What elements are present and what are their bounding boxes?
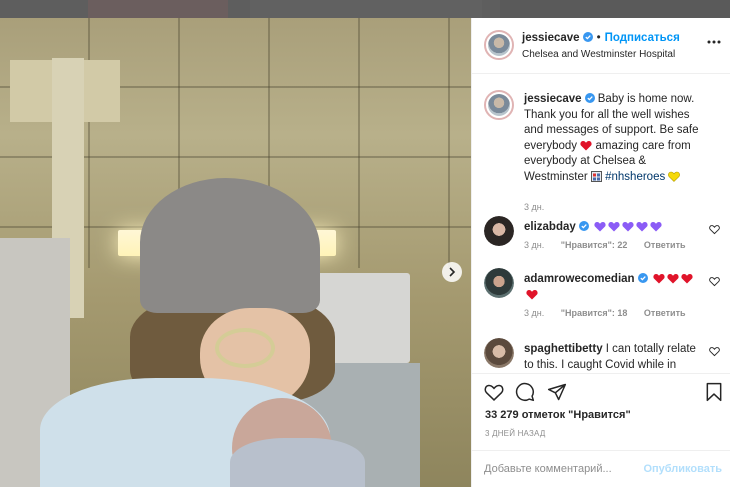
verified-icon: [584, 93, 595, 103]
comment-input[interactable]: [484, 460, 644, 478]
post-time[interactable]: 3 ДНЕЙ НАЗАД: [485, 429, 545, 438]
background-page-strip: [0, 0, 730, 18]
purple-heart-icon: [650, 221, 662, 232]
commenter-avatar[interactable]: [484, 216, 514, 246]
red-heart-icon: [580, 140, 592, 150]
background-thumbnail: [250, 0, 482, 18]
follow-button[interactable]: Подписаться: [605, 32, 680, 44]
red-heart-icon: [681, 273, 693, 284]
like-comment-heart-icon[interactable]: [709, 224, 720, 235]
red-heart-icon: [667, 273, 679, 284]
caption-text: jessiecave Baby is home now. Thank you f…: [524, 92, 704, 185]
verified-icon: [582, 32, 593, 42]
post-panel: jessiecave • Подписаться Chelsea and Westm…: [471, 18, 730, 487]
commenter-username[interactable]: spaghettibetty: [524, 343, 603, 355]
separator-dot: •: [596, 32, 601, 44]
post-header: jessiecave • Подписаться Chelsea and Westm…: [472, 18, 730, 74]
reply-button[interactable]: Ответить: [644, 308, 686, 318]
verified-icon: [578, 221, 589, 231]
like-comment-heart-icon[interactable]: [709, 346, 720, 357]
author-avatar[interactable]: [484, 30, 514, 60]
comment-time[interactable]: 3 дн.: [524, 308, 544, 318]
background-thumbnail: [500, 0, 730, 18]
reply-button[interactable]: Ответить: [644, 240, 686, 250]
comment-meta: 3 дн. "Нравится": 22 Ответить: [524, 240, 700, 250]
comment-text: elizabday: [524, 220, 704, 236]
like-comment-heart-icon[interactable]: [709, 276, 720, 287]
header-user-row: jessiecave • Подписаться: [522, 32, 680, 44]
purple-heart-icon: [636, 221, 648, 232]
add-comment-bar: Опубликовать: [472, 450, 730, 487]
comment-text: adamrowecomedian: [524, 272, 704, 303]
hashtag-link[interactable]: #nhsheroes: [605, 171, 665, 183]
like-heart-icon[interactable]: [484, 382, 504, 402]
save-bookmark-icon[interactable]: [704, 382, 724, 402]
comment-likes[interactable]: "Нравится": 22: [561, 240, 628, 250]
next-photo-button[interactable]: [442, 262, 462, 282]
red-heart-icon: [526, 289, 538, 299]
red-heart-icon: [653, 273, 665, 284]
beanie-hat: [140, 178, 320, 313]
commenter-username[interactable]: adamrowecomedian: [524, 273, 635, 285]
comment-bubble-icon[interactable]: [515, 382, 535, 402]
verified-icon: [637, 273, 648, 283]
author-avatar[interactable]: [484, 90, 514, 120]
baby-blanket: [230, 438, 365, 487]
post-photo: [0, 18, 471, 487]
comment-text: spaghettibetty I can totally relate to t…: [524, 342, 704, 373]
purple-heart-icon: [622, 221, 634, 232]
comments-list[interactable]: jessiecave Baby is home now. Thank you f…: [472, 74, 730, 373]
caption-username[interactable]: jessiecave: [524, 93, 582, 105]
likes-count[interactable]: 33 279 отметок "Нравится": [485, 409, 631, 421]
chevron-right-icon: [449, 267, 456, 277]
share-paper-plane-icon[interactable]: [547, 382, 567, 402]
comment-meta: 3 дн. "Нравится": 18 Ответить: [524, 308, 700, 318]
comment-emoji-row: [592, 221, 662, 233]
purple-heart-icon: [608, 221, 620, 232]
commenter-username[interactable]: elizabday: [524, 221, 576, 233]
caption-meta: 3 дн.: [524, 202, 558, 212]
comment-time[interactable]: 3 дн.: [524, 240, 544, 250]
location-link[interactable]: Chelsea and Westminster Hospital: [522, 49, 675, 60]
glasses: [215, 328, 275, 368]
commenter-avatar[interactable]: [484, 268, 514, 298]
more-horizontal-icon[interactable]: [707, 40, 721, 44]
background-thumbnail: [88, 0, 228, 18]
author-username[interactable]: jessiecave: [522, 32, 580, 44]
publish-button[interactable]: Опубликовать: [643, 463, 722, 475]
caption-time[interactable]: 3 дн.: [524, 202, 544, 212]
commenter-avatar[interactable]: [484, 338, 514, 368]
comment-likes[interactable]: "Нравится": 18: [561, 308, 628, 318]
yellow-heart-icon: [668, 171, 681, 182]
hospital-icon: [590, 170, 602, 182]
purple-heart-icon: [594, 221, 606, 232]
